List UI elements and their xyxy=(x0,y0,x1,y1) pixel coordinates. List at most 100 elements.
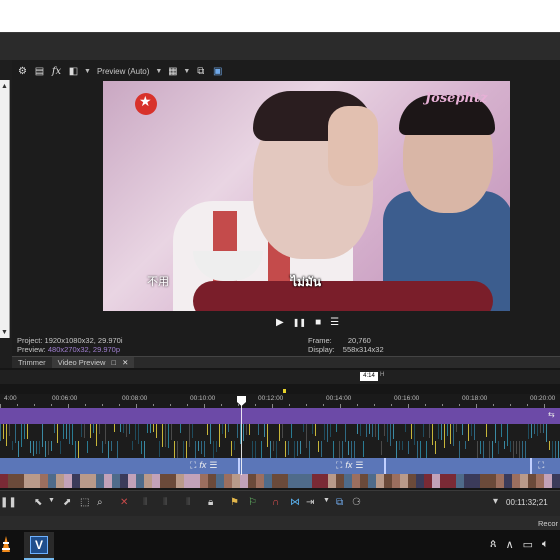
waveform-bar xyxy=(147,424,148,433)
waveform-bar xyxy=(120,424,121,432)
waveform-bar xyxy=(408,441,409,454)
waveform-bar xyxy=(24,424,25,439)
preview-quality-dropdown-icon[interactable]: ▼ xyxy=(155,68,162,75)
scroll-down-icon[interactable]: ▼ xyxy=(1,329,8,336)
thumbnail-frame xyxy=(200,474,208,488)
waveform-bar xyxy=(405,424,406,432)
video-track-event[interactable] xyxy=(0,408,560,424)
lock-icon[interactable]: 🔒︎ xyxy=(208,497,213,508)
waveform-bar xyxy=(114,424,115,432)
frame-value: 20,760 xyxy=(347,336,371,345)
left-panel-scrollbar[interactable]: ▲ ▼ xyxy=(0,80,10,338)
waveform-bar xyxy=(18,441,19,457)
stop-icon[interactable]: ■ xyxy=(315,317,321,328)
tab-trimmer[interactable]: Trimmer xyxy=(12,357,52,369)
maximize-icon[interactable]: □ xyxy=(112,358,117,367)
event-fx-icon[interactable]: fx xyxy=(199,460,206,471)
event-edge[interactable] xyxy=(238,458,240,474)
thumbnail-strip[interactable] xyxy=(0,474,560,488)
pan-crop-icon[interactable]: ⛶ xyxy=(538,460,544,471)
menu-icon[interactable]: ☰ xyxy=(330,317,339,328)
delete-icon[interactable]: ✕ xyxy=(120,497,128,508)
event-fx-icon[interactable]: ⇆ xyxy=(548,410,555,419)
zoom-tool-icon[interactable]: ⌕ xyxy=(97,497,103,508)
copy-snapshot-icon[interactable]: ⧉ xyxy=(194,65,207,78)
waveform-bar xyxy=(144,441,145,458)
waveform-bar xyxy=(186,441,187,458)
cd-marker-icon[interactable] xyxy=(283,389,286,393)
playhead-line[interactable] xyxy=(241,405,242,475)
pan-crop-icon[interactable]: ⛶ xyxy=(190,460,196,471)
event-edge[interactable] xyxy=(384,458,386,474)
snapping-icon[interactable]: ∩ xyxy=(272,497,279,508)
lock-envelopes-icon[interactable]: ⧉ xyxy=(336,497,343,508)
waveform-bar xyxy=(504,441,505,449)
pause-icon[interactable]: ❚❚ xyxy=(293,318,306,327)
marker-flag[interactable]: 4:14 xyxy=(360,372,378,381)
overlay-icon[interactable]: ◧ xyxy=(67,65,80,78)
scroll-up-icon[interactable]: ▲ xyxy=(1,83,8,90)
event-menu-icon[interactable]: ☰ xyxy=(355,460,363,471)
audio-waveform-strip[interactable] xyxy=(0,424,560,458)
pause-icon[interactable]: ❚❚ xyxy=(0,497,17,508)
ripple-dropdown-icon[interactable]: ▼ xyxy=(323,497,330,504)
waveform-bar xyxy=(357,424,358,434)
waveform-bar xyxy=(96,424,97,446)
waveform-bar xyxy=(363,441,364,457)
waveform-bar xyxy=(384,424,385,436)
waveform-bar xyxy=(339,441,340,458)
waveform-bar xyxy=(507,424,508,446)
region-insert-icon[interactable]: ⚐ xyxy=(248,497,257,508)
waveform-bar xyxy=(6,424,7,446)
play-icon[interactable]: ▶ xyxy=(276,317,284,328)
envelope-tool-icon[interactable]: ⬈ xyxy=(63,497,71,508)
save-snapshot-icon[interactable]: ▣ xyxy=(211,65,224,78)
tab-video-preview[interactable]: Video Preview □ ✕ xyxy=(51,356,135,369)
ruler-tick xyxy=(323,404,324,406)
event-menu-icon[interactable]: ☰ xyxy=(209,460,217,471)
overlay-dropdown-icon[interactable]: ▼ xyxy=(84,68,91,75)
preview-quality-select[interactable]: Preview (Auto) xyxy=(97,67,149,76)
split-screen-icon[interactable]: ▤ xyxy=(33,65,46,78)
marker-insert-icon[interactable]: ⚑ xyxy=(230,497,239,508)
waveform-bar xyxy=(519,441,520,458)
event-edge[interactable] xyxy=(530,458,532,474)
grid-icon[interactable]: ▦ xyxy=(166,65,179,78)
thumbnail-frame xyxy=(368,474,376,488)
waveform-bar xyxy=(99,424,100,434)
pan-crop-icon[interactable]: ⛶ xyxy=(336,460,342,471)
event-fx-icon[interactable]: fx xyxy=(345,460,352,471)
video-caption-left: 不用 xyxy=(147,275,169,288)
waveform-bar xyxy=(288,441,289,455)
waveform-bar xyxy=(198,441,199,451)
ruler-tick xyxy=(187,404,188,406)
vegas-taskbar-button[interactable]: V xyxy=(24,532,54,560)
vlc-taskbar-icon[interactable] xyxy=(0,534,12,556)
waveform-bar xyxy=(375,424,376,437)
selection-tool-icon[interactable]: ⬚ xyxy=(80,497,89,508)
network-icon[interactable]: ▭ xyxy=(523,538,533,551)
volume-icon[interactable]: 🔈︎ xyxy=(542,538,549,551)
edit-tool-dropdown-icon[interactable]: ▼ xyxy=(48,497,55,504)
gear-icon[interactable]: ⚙ xyxy=(16,65,29,78)
fx-icon[interactable]: fx xyxy=(50,65,63,78)
normal-edit-tool-icon[interactable]: ⬉ xyxy=(34,497,42,508)
people-icon[interactable]: ጰ xyxy=(490,538,497,551)
waveform-bar xyxy=(402,441,403,450)
grid-dropdown-icon[interactable]: ▼ xyxy=(183,68,190,75)
waveform-bar xyxy=(204,441,205,457)
waveform-bar xyxy=(444,424,445,448)
ruler-tick xyxy=(374,404,375,406)
waveform-bar xyxy=(210,424,211,444)
thumbnail-frame xyxy=(104,474,112,488)
waveform-bar xyxy=(243,424,244,441)
marker-bar[interactable] xyxy=(0,370,560,384)
waveform-bar xyxy=(117,441,118,458)
video-track-2-event[interactable] xyxy=(0,458,560,474)
auto-crossfade-icon[interactable]: ⋈ xyxy=(290,497,300,508)
ripple-edit-icon[interactable]: ⇥ xyxy=(306,497,314,508)
tray-chevron-up-icon[interactable]: ∧ xyxy=(506,538,514,551)
close-icon[interactable]: ✕ xyxy=(122,358,128,367)
ignore-grouping-icon[interactable]: ⚆ xyxy=(352,497,361,508)
thumbnail-frame xyxy=(336,474,344,488)
